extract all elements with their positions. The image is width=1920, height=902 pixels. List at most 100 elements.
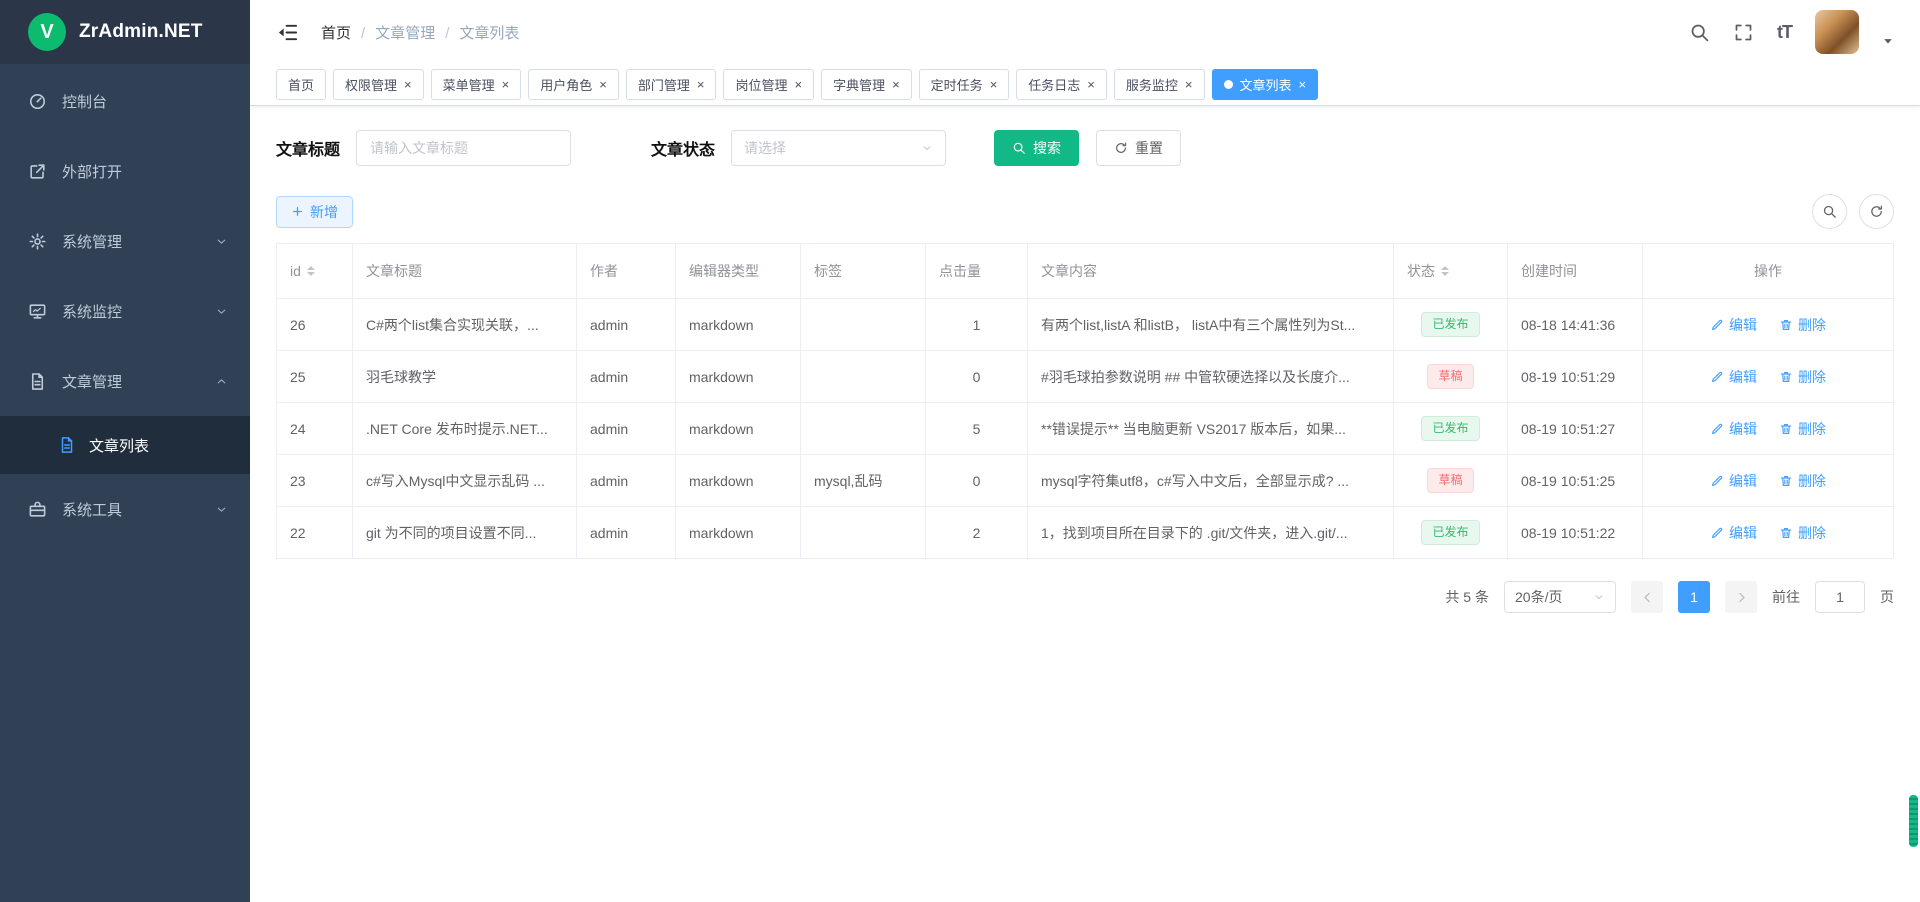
delete-label: 删除 (1798, 471, 1826, 491)
column-header-created: 创建时间 (1508, 244, 1643, 299)
delete-button[interactable]: 删除 (1779, 471, 1826, 491)
close-icon[interactable] (794, 78, 802, 91)
close-icon[interactable] (697, 78, 705, 91)
tab-item[interactable]: 岗位管理 (723, 69, 814, 100)
column-label: 编辑器类型 (689, 263, 759, 279)
close-icon[interactable] (404, 78, 412, 91)
breadcrumb: 首页 文章管理 文章列表 (321, 22, 529, 43)
refresh-table-button[interactable] (1859, 194, 1894, 229)
delete-button[interactable]: 删除 (1779, 419, 1826, 439)
breadcrumb-item[interactable]: 文章管理 (375, 22, 449, 43)
close-icon[interactable] (892, 78, 900, 91)
close-icon[interactable] (599, 78, 607, 91)
tab-item[interactable]: 权限管理 (333, 69, 424, 100)
delete-button[interactable]: 删除 (1779, 367, 1826, 387)
close-icon[interactable] (1299, 78, 1307, 91)
cell-clicks: 1 (926, 299, 1028, 351)
prev-page-button[interactable] (1631, 581, 1663, 613)
tab-item[interactable]: 字典管理 (821, 69, 912, 100)
app-logo: V ZrAdmin.NET (0, 0, 250, 64)
cell-created: 08-19 10:51:27 (1508, 403, 1643, 455)
delete-button[interactable]: 删除 (1779, 315, 1826, 335)
column-header-id[interactable]: id (277, 244, 353, 299)
page-size-select[interactable]: 20条/页 (1504, 581, 1616, 613)
edit-button[interactable]: 编辑 (1710, 315, 1757, 335)
tab-item[interactable]: 部门管理 (626, 69, 717, 100)
sidebar-item-dashboard[interactable]: 控制台 (0, 66, 250, 136)
reset-button[interactable]: 重置 (1096, 130, 1181, 166)
tab-item[interactable]: 首页 (276, 69, 326, 100)
cell-created: 08-19 10:51:25 (1508, 455, 1643, 507)
avatar[interactable] (1815, 10, 1859, 54)
status-filter-select[interactable]: 请选择 (731, 130, 946, 166)
sort-caret-icon[interactable] (307, 266, 315, 276)
cell-tags (801, 507, 926, 559)
column-header-status[interactable]: 状态 (1394, 244, 1508, 299)
tab-label: 文章列表 (1240, 75, 1292, 94)
sort-caret-icon[interactable] (1441, 266, 1449, 276)
edit-label: 编辑 (1729, 367, 1757, 387)
edit-label: 编辑 (1729, 523, 1757, 543)
close-icon[interactable] (990, 78, 998, 91)
cell-actions: 编辑 删除 (1643, 403, 1894, 455)
cell-content: 有两个list,listA 和listB， listA中有三个属性列为St... (1028, 299, 1394, 351)
tab-item[interactable]: 服务监控 (1114, 69, 1205, 100)
cell-author: admin (577, 299, 676, 351)
logo-letter: V (40, 21, 53, 44)
edit-button[interactable]: 编辑 (1710, 419, 1757, 439)
sidebar-item-external-open[interactable]: 外部打开 (0, 136, 250, 206)
status-badge: 已发布 (1421, 520, 1479, 544)
tab-label: 菜单管理 (443, 75, 495, 94)
sidebar-menu: 控制台 外部打开 系统管理 系统监控 文章管理 文章列表 系统工具 (0, 64, 250, 544)
cell-id: 23 (277, 455, 353, 507)
fold-sidebar-icon[interactable] (276, 21, 299, 44)
table-header-row: id 文章标题 作者 编辑器类型 标签 点击量 文章内容 状态 创建时间 操作 (277, 244, 1894, 299)
add-button[interactable]: 新增 (276, 196, 353, 228)
cell-tags: mysql,乱码 (801, 455, 926, 507)
edit-button[interactable]: 编辑 (1710, 471, 1757, 491)
cell-clicks: 5 (926, 403, 1028, 455)
tab-item[interactable]: 用户角色 (528, 69, 619, 100)
tab-label: 服务监控 (1126, 75, 1178, 94)
tab-label: 岗位管理 (735, 75, 787, 94)
caret-down-icon[interactable] (1882, 35, 1894, 47)
fullscreen-icon[interactable] (1733, 22, 1754, 43)
close-icon[interactable] (502, 78, 510, 91)
cell-author: admin (577, 455, 676, 507)
current-page-button[interactable]: 1 (1678, 581, 1710, 613)
tab-item[interactable]: 定时任务 (919, 69, 1010, 100)
sidebar-item-system-management[interactable]: 系统管理 (0, 206, 250, 276)
edit-button[interactable]: 编辑 (1710, 367, 1757, 387)
font-size-icon[interactable]: tT (1777, 22, 1792, 43)
search-form: 文章标题 文章状态 请选择 搜索 重置 (276, 130, 1894, 166)
delete-button[interactable]: 删除 (1779, 523, 1826, 543)
search-button[interactable]: 搜索 (994, 130, 1079, 166)
tab-label: 任务日志 (1028, 75, 1080, 94)
search-icon[interactable] (1689, 22, 1710, 43)
sidebar-item-article-list[interactable]: 文章列表 (0, 416, 250, 474)
column-label: 状态 (1407, 261, 1435, 281)
close-icon[interactable] (1185, 78, 1193, 91)
tab-item-active[interactable]: 文章列表 (1212, 69, 1319, 100)
next-page-button[interactable] (1725, 581, 1757, 613)
file-text-icon (58, 436, 76, 454)
chevron-up-icon (215, 375, 228, 388)
table-row: 24 .NET Core 发布时提示.NET... admin markdown… (277, 403, 1894, 455)
sidebar-item-system-tools[interactable]: 系统工具 (0, 474, 250, 544)
scrollbar-thumb[interactable] (1909, 795, 1918, 847)
toggle-search-button[interactable] (1812, 194, 1847, 229)
sidebar-item-article-management[interactable]: 文章管理 (0, 346, 250, 416)
goto-label: 前往 (1772, 587, 1800, 607)
close-icon[interactable] (1087, 78, 1095, 91)
cell-id: 26 (277, 299, 353, 351)
table-row: 26 C#两个list集合实现关联，... admin markdown 1 有… (277, 299, 1894, 351)
goto-page-input[interactable] (1815, 581, 1865, 613)
tab-label: 字典管理 (833, 75, 885, 94)
cell-actions: 编辑 删除 (1643, 351, 1894, 403)
tab-item[interactable]: 菜单管理 (431, 69, 522, 100)
breadcrumb-item-home[interactable]: 首页 (321, 22, 365, 43)
tab-item[interactable]: 任务日志 (1016, 69, 1107, 100)
title-filter-input[interactable] (356, 130, 571, 166)
sidebar-item-system-monitor[interactable]: 系统监控 (0, 276, 250, 346)
edit-button[interactable]: 编辑 (1710, 523, 1757, 543)
